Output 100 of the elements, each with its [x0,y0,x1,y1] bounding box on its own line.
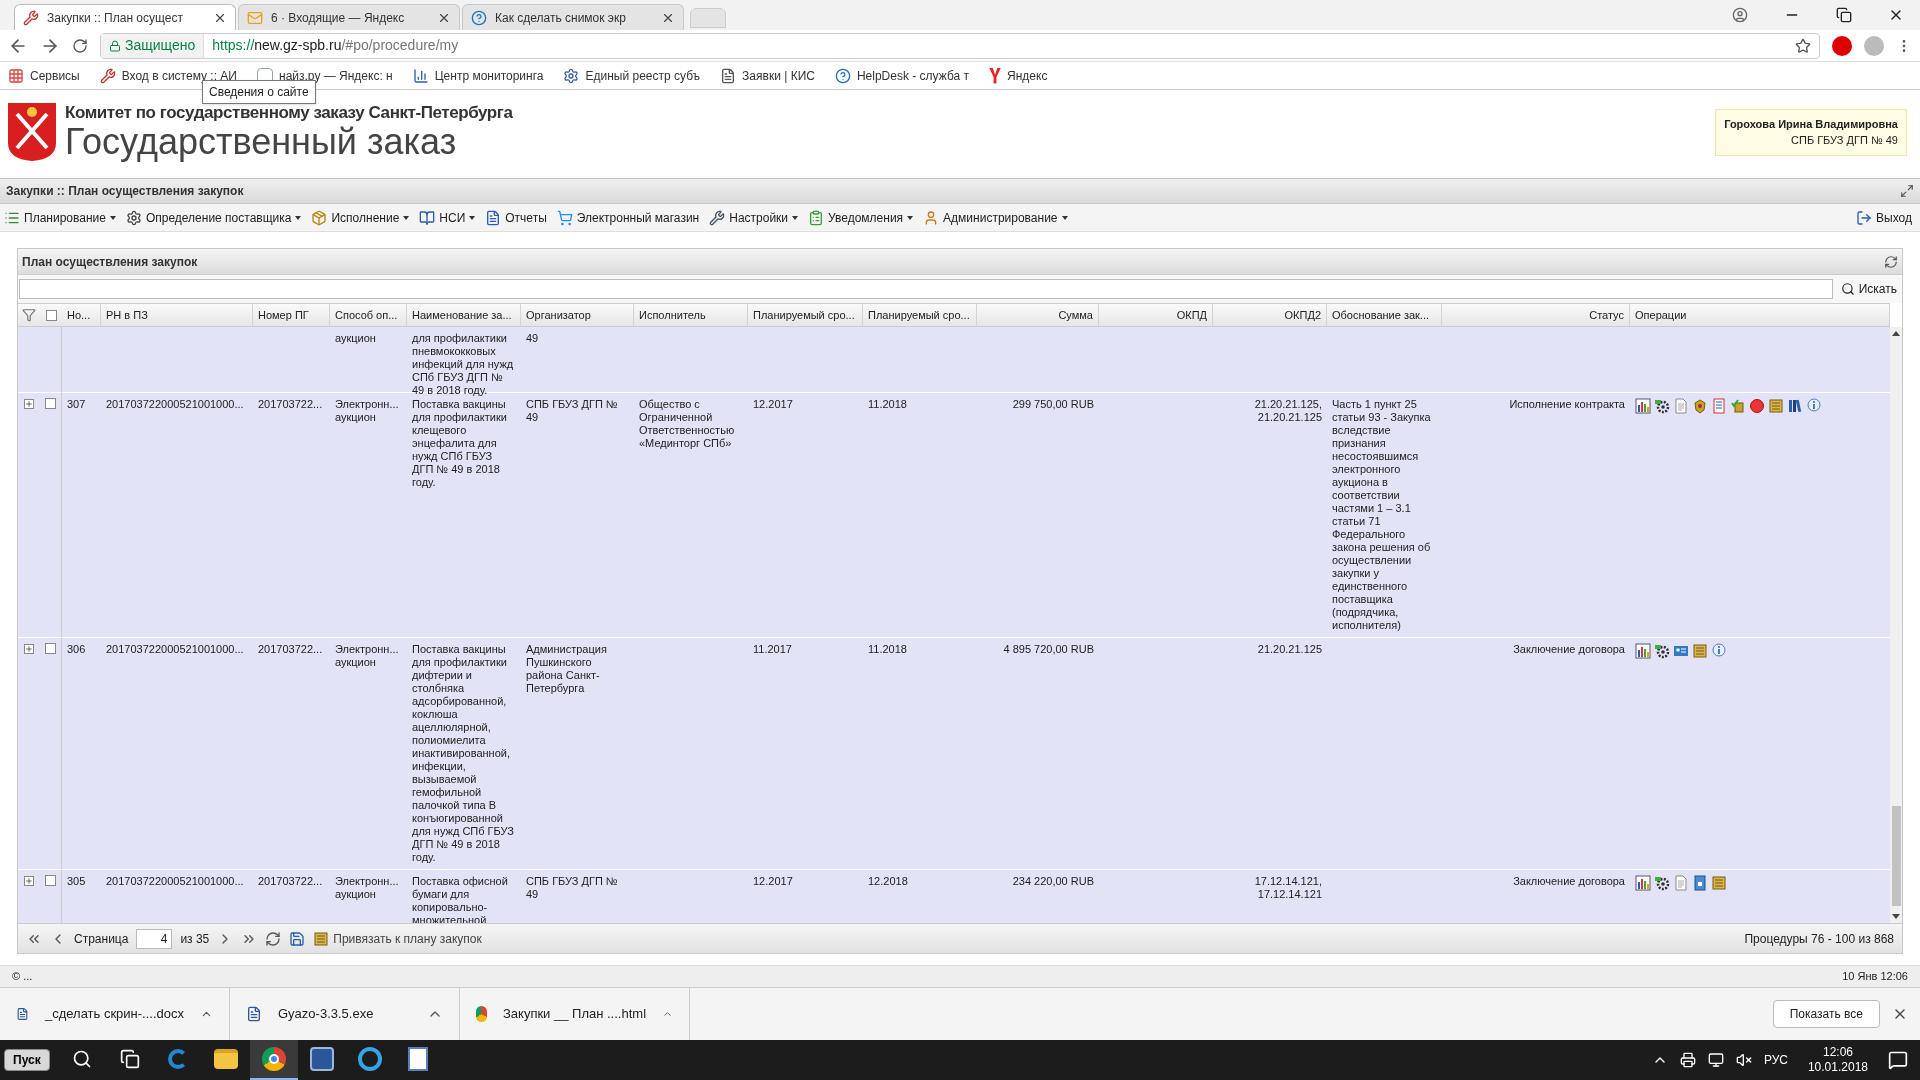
column-header[interactable]: Исполнитель [634,304,748,326]
menu-item[interactable]: Исполнение [311,208,410,227]
lock-icon[interactable] [1692,875,1708,891]
column-header[interactable]: Статус [1442,304,1630,326]
column-header[interactable]: Операции [1630,304,1890,326]
menu-item[interactable]: Определение поставщика [125,208,302,227]
adblock-icon[interactable] [1832,35,1852,56]
journal-icon[interactable] [1711,398,1727,414]
record-icon[interactable] [1749,398,1765,414]
column-header[interactable]: Сумма [977,304,1099,326]
menu-label[interactable]: НСИ [439,208,466,227]
column-header[interactable]: Планируемый сро... [863,304,977,326]
menu-label[interactable]: Настройки [729,208,789,227]
scroll-icon[interactable] [1711,875,1727,891]
network-icon[interactable] [1707,1052,1724,1068]
search-field[interactable] [19,279,1833,299]
column-header[interactable]: РН в ПЗ [101,304,253,326]
gear-icon[interactable] [1654,643,1670,659]
column-header[interactable]: Номер ПГ [253,304,330,326]
menu-label[interactable]: Определение поставщика [145,208,292,227]
menu-label[interactable]: Исполнение [331,208,400,227]
books-icon[interactable] [1787,398,1803,414]
show-all-button[interactable]: Показать все [1772,1000,1880,1028]
search-button[interactable]: Искать [1840,280,1901,298]
row-checkbox[interactable] [45,875,56,886]
browser-tab[interactable]: Как сделать снимок экр [462,4,684,30]
page-field[interactable]: 4 [136,928,173,949]
menu-label[interactable]: Отчеты [505,208,547,227]
restore-icon[interactable] [1836,7,1852,23]
select-all-checkbox[interactable] [45,309,57,321]
scroll-icon[interactable] [1692,643,1708,659]
search-icon[interactable] [71,1049,92,1069]
row-checkbox[interactable] [45,643,56,654]
clock[interactable]: 12:06 10.01.2018 [1799,1045,1876,1075]
menu-label[interactable]: Администрирование [943,208,1058,227]
table-cell: 201703722... [258,643,323,655]
task-view-icon[interactable] [119,1049,140,1069]
bar-chart-icon[interactable] [1635,643,1651,659]
column-header[interactable]: Способ оп... [330,304,407,326]
bookmark-item[interactable]: Заявки | КИС [720,66,815,85]
bar-chart-icon[interactable] [1635,398,1651,414]
browser-tab[interactable]: 6 · Входящие — Яндекс [238,4,460,30]
scrollbar[interactable] [1890,327,1902,923]
menu-label[interactable]: Уведомления [828,208,904,227]
column-header[interactable]: ОКПД [1099,304,1213,326]
menu-item[interactable]: Администрирование [923,208,1068,227]
menu-item[interactable]: Планирование [4,208,116,227]
column-header[interactable]: Организатор [521,304,634,326]
column-header[interactable]: Но... [62,304,101,326]
document-icon[interactable] [407,1047,428,1071]
refresh-icon[interactable] [1884,254,1898,269]
expand-icon[interactable] [24,644,34,654]
menu-item[interactable]: Настройки [709,208,799,227]
column-header[interactable]: Обоснование зак... [1327,304,1442,326]
menu-item[interactable]: Отчеты [485,208,547,227]
column-header[interactable]: Планируемый сро... [748,304,863,326]
reload-icon[interactable] [72,37,88,54]
bar-chart-icon[interactable] [1635,875,1651,891]
info-icon[interactable] [1711,643,1727,659]
bookmark-item[interactable]: Сервисы [8,66,80,85]
printer-icon[interactable] [1679,1052,1696,1068]
address-field[interactable]: Защищено https://new.gz-spb.ru/#po/procedure/my [100,32,1820,59]
exit-link[interactable]: Выход [1856,208,1912,227]
bookmark-item[interactable]: Яндекс [989,66,1048,85]
refresh-icon[interactable] [265,930,282,947]
bookmark-item[interactable]: Центр мониторинга [412,66,544,85]
row-checkbox[interactable] [45,398,56,409]
secure-badge[interactable]: Защищено [101,33,205,58]
language-indicator[interactable]: РУС [1763,1051,1788,1069]
menu-item[interactable]: Уведомления [808,208,914,227]
emblem-icon[interactable] [1692,398,1708,414]
bookmark-item[interactable]: HelpDesk - служба т [834,66,970,85]
word-icon[interactable] [309,1047,334,1071]
bookmark-star-icon[interactable] [1795,37,1811,54]
column-header[interactable]: Наименование за... [407,304,521,326]
start-button[interactable]: Пуск [4,1049,50,1071]
bookmark-item[interactable]: Единый реестр субъ [563,66,701,85]
mute-icon[interactable] [1735,1052,1752,1068]
scroll-icon[interactable] [313,930,330,947]
ie-icon[interactable] [357,1047,382,1071]
collapse-icon[interactable] [1900,184,1914,198]
expand-icon[interactable] [24,399,34,409]
gear-icon[interactable] [1654,398,1670,414]
table-cell: 21.20.21.125 [1257,643,1322,655]
bind-to-plan-button[interactable]: Привязать к плану закупок [313,929,482,948]
taskbar-app[interactable] [249,1040,298,1080]
info-icon[interactable] [1806,398,1822,414]
approve-icon[interactable] [1730,398,1746,414]
expand-icon[interactable] [24,876,34,886]
gear-icon[interactable] [1654,875,1670,891]
notification-icon[interactable] [1888,1050,1908,1070]
profile-icon[interactable] [1732,7,1748,23]
column-header[interactable]: ОКПД2 [1213,304,1327,326]
save-icon[interactable] [289,930,306,947]
chrome-icon[interactable] [261,1047,286,1071]
filter-icon[interactable] [22,308,36,322]
menu-item[interactable]: НСИ [419,208,476,227]
menu-label[interactable]: Планирование [24,208,106,227]
browser-tab[interactable]: Закупки :: План осущест [14,4,236,30]
folder-icon[interactable] [213,1049,238,1069]
